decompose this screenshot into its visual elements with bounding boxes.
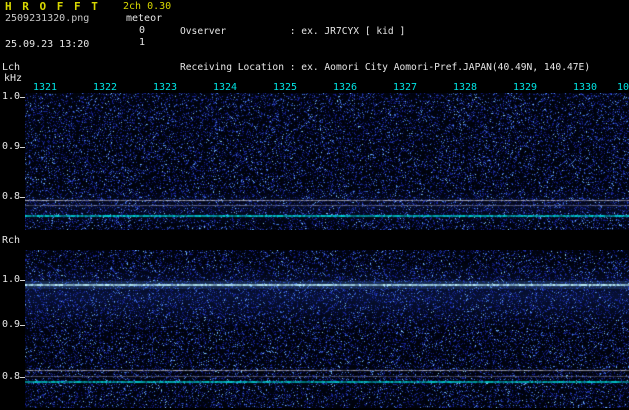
app-title: H R O F F T xyxy=(5,1,100,12)
location-line: Receiving Location : ex. Aomori City Aom… xyxy=(180,62,619,74)
timestamp-label: 25.09.23 13:20 xyxy=(5,40,89,50)
time-label: 1325 xyxy=(273,83,297,93)
rch-freq-tick-label: 1.0 xyxy=(2,275,20,285)
lch-label: Lch xyxy=(2,63,20,73)
rch-freq-tick-label: 0.9 xyxy=(2,320,20,330)
lch-freq-tick-label: 1.0 xyxy=(2,92,20,102)
rch-label: Rch xyxy=(2,236,20,246)
time-label: 1327 xyxy=(393,83,417,93)
rch-freq-tick-label: 0.8 xyxy=(2,372,20,382)
time-label: 1328 xyxy=(453,83,477,93)
time-label: 1329 xyxy=(513,83,537,93)
khz-unit-label: kHz xyxy=(4,74,22,84)
rch-spectrogram xyxy=(25,250,629,408)
rch-meteor-count: 1 xyxy=(139,38,145,48)
lch-freq-tick-label: 0.8 xyxy=(2,192,20,202)
lch-freq-tick-label: 0.9 xyxy=(2,142,20,152)
lch-spectrogram xyxy=(25,93,629,230)
time-label: 1324 xyxy=(213,83,237,93)
time-label: 1326 xyxy=(333,83,357,93)
time-label-partial: 10 xyxy=(617,83,629,93)
time-label: 1323 xyxy=(153,83,177,93)
mode-label: meteor xyxy=(126,14,162,24)
time-label: 1321 xyxy=(33,83,57,93)
time-label: 1322 xyxy=(93,83,117,93)
time-label: 1330 xyxy=(573,83,597,93)
filename-label: 2509231320.png xyxy=(5,14,89,24)
observer-line: Ovserver : ex. JR7CYX [ kid ] xyxy=(180,26,619,38)
lch-meteor-count: 0 xyxy=(139,26,145,36)
version-label: 2ch 0.30 xyxy=(123,2,171,12)
hrofft-app-window: H R O F F T 2ch 0.30 2509231320.png mete… xyxy=(0,0,629,410)
